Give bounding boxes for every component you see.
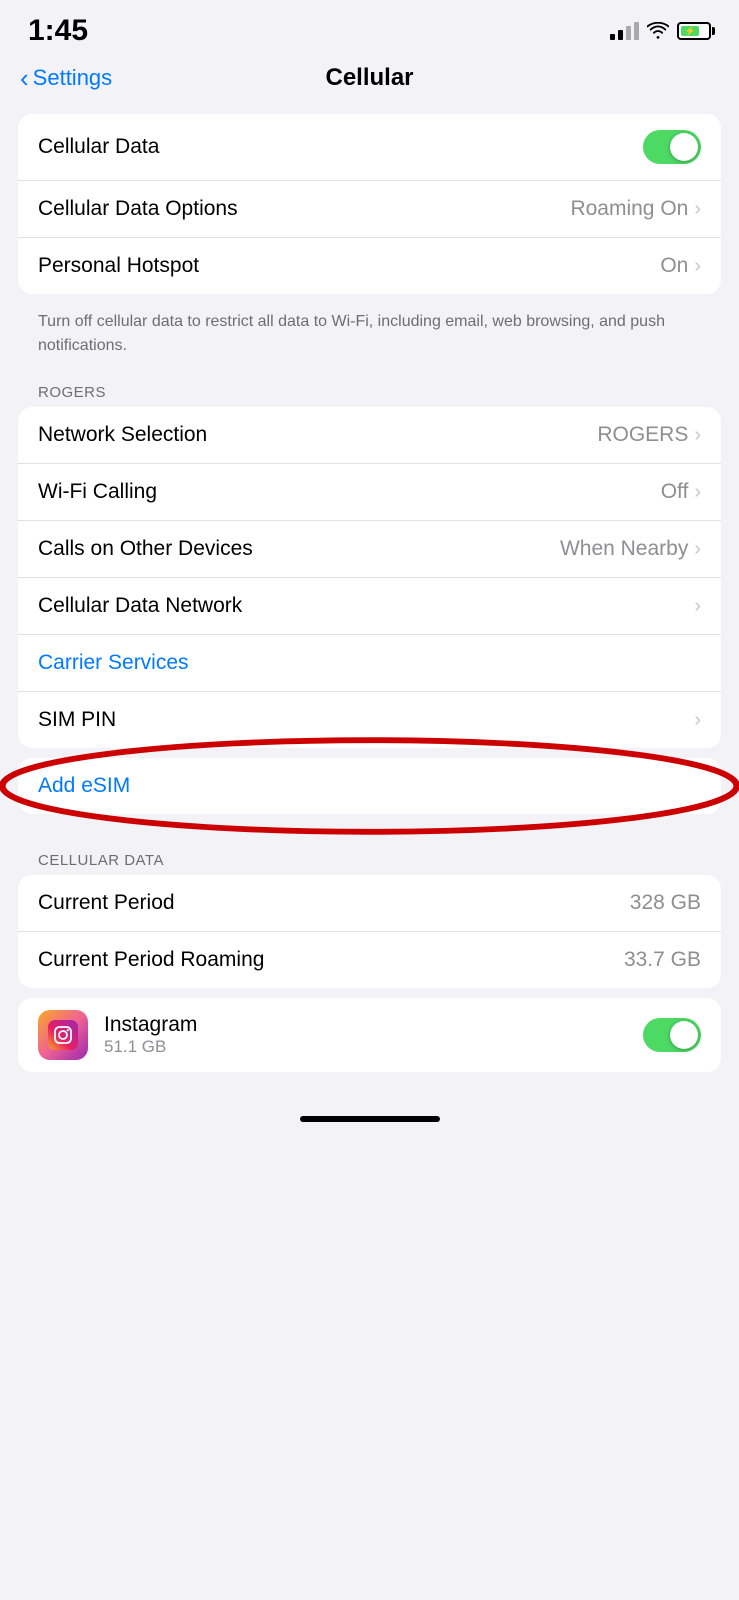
cellular-data-toggle[interactable] [643, 130, 701, 164]
status-icons: ⚡ [610, 22, 711, 40]
carrier-services-label: Carrier Services [38, 651, 189, 675]
personal-hotspot-label: Personal Hotspot [38, 254, 199, 278]
sim-pin-label: SIM PIN [38, 708, 116, 732]
cellular-data-options-right: Roaming On › [570, 197, 701, 221]
chevron-right-icon: › [694, 710, 701, 730]
cellular-main-card: Cellular Data Cellular Data Options Roam… [18, 114, 721, 294]
rogers-card: Network Selection ROGERS › Wi-Fi Calling… [18, 407, 721, 748]
wifi-calling-label: Wi-Fi Calling [38, 480, 157, 504]
calls-other-devices-value: When Nearby [560, 537, 688, 561]
signal-icon [610, 22, 639, 40]
current-period-roaming-label: Current Period Roaming [38, 948, 264, 972]
wifi-calling-row[interactable]: Wi-Fi Calling Off › [18, 464, 721, 521]
instagram-info: Instagram 51.1 GB [104, 1013, 627, 1057]
current-period-roaming-row: Current Period Roaming 33.7 GB [18, 932, 721, 988]
back-chevron-icon: ‹ [20, 65, 29, 91]
carrier-services-row[interactable]: Carrier Services [18, 635, 721, 692]
personal-hotspot-value: On [660, 254, 688, 278]
wifi-icon [647, 22, 669, 40]
personal-hotspot-row[interactable]: Personal Hotspot On › [18, 238, 721, 294]
chevron-right-icon: › [694, 539, 701, 559]
cellular-data-row[interactable]: Cellular Data [18, 114, 721, 181]
chevron-right-icon: › [694, 199, 701, 219]
instagram-name: Instagram [104, 1013, 627, 1037]
calls-other-devices-right: When Nearby › [560, 537, 701, 561]
current-period-value: 328 GB [630, 891, 701, 915]
cellular-data-options-label: Cellular Data Options [38, 197, 238, 221]
chevron-right-icon: › [694, 425, 701, 445]
nav-bar: ‹ Settings Cellular [0, 58, 739, 104]
chevron-right-icon: › [694, 596, 701, 616]
cellular-data-network-right: › [694, 596, 701, 616]
instagram-toggle[interactable] [643, 1018, 701, 1052]
cellular-data-section-label: CELLULAR DATA [18, 842, 721, 875]
rogers-section-label: ROGERS [18, 374, 721, 407]
calls-other-devices-row[interactable]: Calls on Other Devices When Nearby › [18, 521, 721, 578]
content: Cellular Data Cellular Data Options Roam… [0, 104, 739, 1092]
network-selection-label: Network Selection [38, 423, 207, 447]
battery-icon: ⚡ [677, 22, 711, 40]
add-esim-row[interactable]: Add eSIM [18, 758, 721, 814]
add-esim-label: Add eSIM [38, 774, 130, 798]
wifi-calling-right: Off › [661, 480, 701, 504]
page-title: Cellular [325, 64, 413, 92]
instagram-size: 51.1 GB [104, 1037, 627, 1057]
network-selection-row[interactable]: Network Selection ROGERS › [18, 407, 721, 464]
instagram-row: Instagram 51.1 GB [18, 998, 721, 1072]
calls-other-devices-label: Calls on Other Devices [38, 537, 253, 561]
sim-pin-row[interactable]: SIM PIN › [18, 692, 721, 748]
personal-hotspot-right: On › [660, 254, 701, 278]
toggle-knob [670, 1021, 698, 1049]
back-label: Settings [33, 65, 113, 91]
toggle-knob [670, 133, 698, 161]
current-period-roaming-value: 33.7 GB [624, 948, 701, 972]
current-period-label: Current Period [38, 891, 175, 915]
cellular-data-options-value: Roaming On [570, 197, 688, 221]
status-time: 1:45 [28, 14, 88, 48]
cellular-footer-note: Turn off cellular data to restrict all d… [18, 304, 721, 374]
cellular-data-label: Cellular Data [38, 135, 159, 159]
sim-pin-right: › [694, 710, 701, 730]
network-selection-right: ROGERS › [597, 423, 701, 447]
network-selection-value: ROGERS [597, 423, 688, 447]
chevron-right-icon: › [694, 482, 701, 502]
back-button[interactable]: ‹ Settings [20, 65, 112, 91]
instagram-icon [38, 1010, 88, 1060]
cellular-data-network-row[interactable]: Cellular Data Network › [18, 578, 721, 635]
status-bar: 1:45 ⚡ [0, 0, 739, 58]
cellular-data-usage-card: Current Period 328 GB Current Period Roa… [18, 875, 721, 988]
home-bar [300, 1116, 440, 1122]
chevron-right-icon: › [694, 256, 701, 276]
current-period-row: Current Period 328 GB [18, 875, 721, 932]
home-indicator [0, 1092, 739, 1132]
cellular-data-options-row[interactable]: Cellular Data Options Roaming On › [18, 181, 721, 238]
esim-card: Add eSIM [18, 758, 721, 814]
cellular-data-network-label: Cellular Data Network [38, 594, 242, 618]
wifi-calling-value: Off [661, 480, 689, 504]
